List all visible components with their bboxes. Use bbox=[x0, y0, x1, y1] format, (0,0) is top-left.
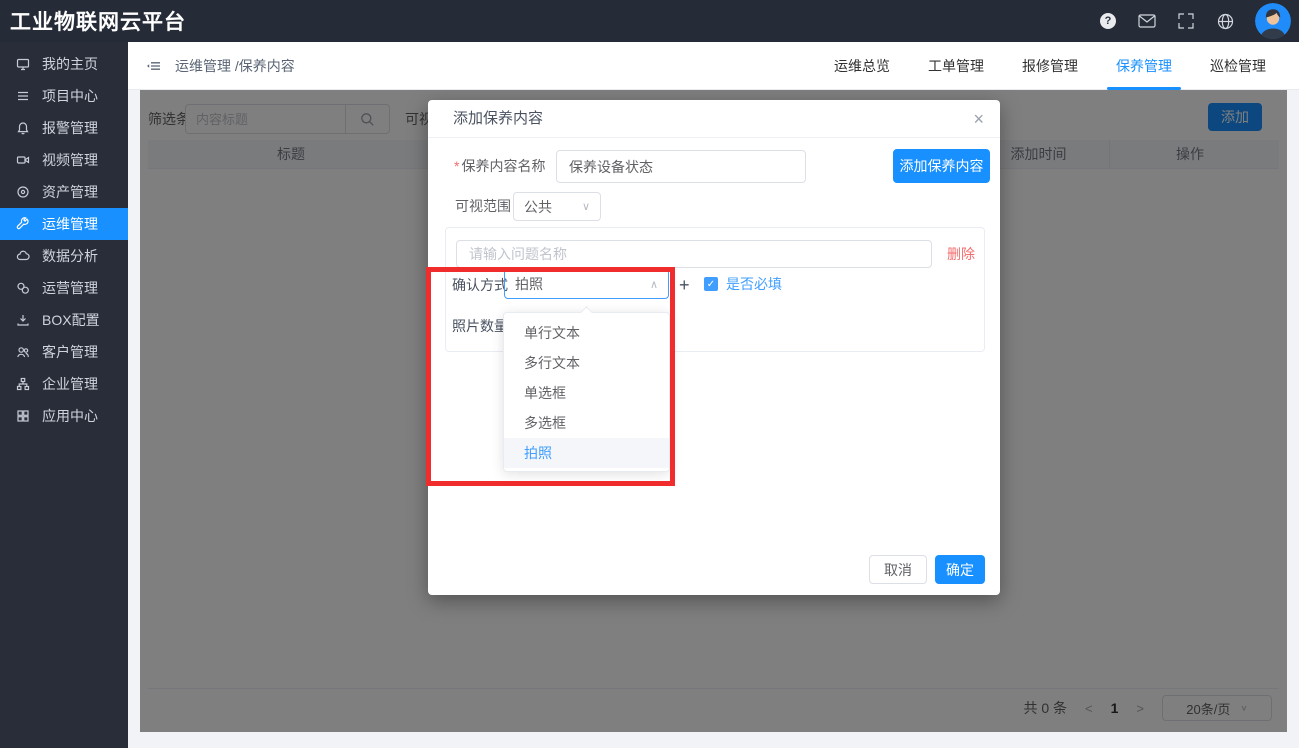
option-radio[interactable]: 单选框 bbox=[504, 378, 669, 408]
required-asterisk: * bbox=[454, 158, 459, 174]
sidebar-item-ops[interactable]: 运维管理 bbox=[0, 208, 128, 240]
ok-button[interactable]: 确定 bbox=[935, 555, 985, 584]
mail-icon[interactable] bbox=[1138, 12, 1156, 30]
menu-fold-icon[interactable] bbox=[146, 59, 161, 73]
app-title: 工业物联网云平台 bbox=[0, 6, 186, 36]
dialog-header: 添加保养内容 × bbox=[428, 100, 1000, 138]
sub-header: 运维管理 /保养内容 运维总览 工单管理 报修管理 保养管理 巡检管理 bbox=[128, 42, 1299, 90]
tab-maintenance[interactable]: 保养管理 bbox=[1097, 42, 1191, 90]
tab-inspection[interactable]: 巡检管理 bbox=[1191, 42, 1285, 90]
option-single-line-text[interactable]: 单行文本 bbox=[504, 318, 669, 348]
sidebar-item-assets[interactable]: 资产管理 bbox=[0, 176, 128, 208]
top-bar: 工业物联网云平台 ? bbox=[0, 0, 1299, 42]
sidebar-item-alarms[interactable]: 报警管理 bbox=[0, 112, 128, 144]
chevron-up-icon: ∧ bbox=[650, 278, 658, 291]
download-icon bbox=[16, 313, 30, 327]
sidebar-item-operation[interactable]: 运营管理 bbox=[0, 272, 128, 304]
sidebar-item-enterprise[interactable]: 企业管理 bbox=[0, 368, 128, 400]
asset-icon bbox=[16, 185, 30, 199]
bell-icon bbox=[16, 121, 30, 135]
content-name-label: *保养内容名称 bbox=[454, 150, 545, 183]
org-icon bbox=[16, 377, 30, 391]
wrench-icon bbox=[16, 217, 30, 231]
sidebar-item-customers[interactable]: 客户管理 bbox=[0, 336, 128, 368]
required-checkbox-label[interactable]: 是否必填 bbox=[726, 270, 782, 299]
sidebar-item-video[interactable]: 视频管理 bbox=[0, 144, 128, 176]
sidebar-nav: 我的主页 项目中心 报警管理 视频管理 资产管理 运维管理 数据分析 运营管理 … bbox=[0, 42, 128, 748]
sidebar-item-home[interactable]: 我的主页 bbox=[0, 48, 128, 80]
option-multi-line-text[interactable]: 多行文本 bbox=[504, 348, 669, 378]
tab-ops-overview[interactable]: 运维总览 bbox=[815, 42, 909, 90]
top-tabs: 运维总览 工单管理 报修管理 保养管理 巡检管理 bbox=[815, 42, 1285, 90]
sidebar-item-apps[interactable]: 应用中心 bbox=[0, 400, 128, 432]
add-maintenance-dialog: 添加保养内容 × *保养内容名称 添加保养内容 可视范围 公共 ∨ 删除 确认方… bbox=[428, 100, 1000, 595]
help-icon[interactable]: ? bbox=[1099, 12, 1117, 30]
topbar-actions: ? bbox=[1099, 0, 1291, 42]
breadcrumb: 运维管理 /保养内容 bbox=[146, 42, 295, 90]
cloud-icon bbox=[16, 249, 30, 263]
confirm-method-select[interactable]: 拍照 ∧ bbox=[504, 269, 669, 299]
photo-count-label: 照片数量 bbox=[452, 312, 508, 340]
breadcrumb-text: 运维管理 /保养内容 bbox=[175, 56, 295, 76]
tab-repair[interactable]: 报修管理 bbox=[1003, 42, 1097, 90]
tab-work-orders[interactable]: 工单管理 bbox=[909, 42, 1003, 90]
question-name-input[interactable] bbox=[456, 240, 932, 268]
sidebar-item-projects[interactable]: 项目中心 bbox=[0, 80, 128, 112]
delete-question-link[interactable]: 删除 bbox=[947, 240, 975, 268]
video-icon bbox=[16, 153, 30, 167]
monitor-icon bbox=[16, 57, 30, 71]
option-photo[interactable]: 拍照 bbox=[504, 438, 669, 468]
required-checkbox[interactable]: ✓ bbox=[704, 277, 718, 291]
fullscreen-icon[interactable] bbox=[1177, 12, 1195, 30]
sidebar-item-data[interactable]: 数据分析 bbox=[0, 240, 128, 272]
apps-icon bbox=[16, 409, 30, 423]
scope-label: 可视范围 bbox=[455, 192, 511, 221]
user-avatar[interactable] bbox=[1255, 3, 1291, 39]
users-icon bbox=[16, 345, 30, 359]
option-checkbox[interactable]: 多选框 bbox=[504, 408, 669, 438]
content-name-input[interactable] bbox=[556, 150, 806, 183]
add-content-button[interactable]: 添加保养内容 bbox=[893, 149, 990, 183]
scope-select[interactable]: 公共 ∨ bbox=[513, 192, 601, 221]
operation-icon bbox=[16, 281, 30, 295]
cancel-button[interactable]: 取消 bbox=[869, 555, 927, 584]
list-icon bbox=[16, 89, 30, 103]
close-icon[interactable]: × bbox=[973, 108, 984, 130]
dialog-title: 添加保养内容 bbox=[453, 100, 543, 138]
sidebar-item-box[interactable]: BOX配置 bbox=[0, 304, 128, 336]
add-question-icon[interactable]: + bbox=[679, 270, 690, 300]
chevron-down-icon: ∨ bbox=[582, 200, 590, 213]
confirm-method-label: 确认方式 bbox=[452, 270, 508, 300]
globe-icon[interactable] bbox=[1216, 12, 1234, 30]
confirm-method-dropdown: 单行文本 多行文本 单选框 多选框 拍照 bbox=[503, 312, 670, 472]
